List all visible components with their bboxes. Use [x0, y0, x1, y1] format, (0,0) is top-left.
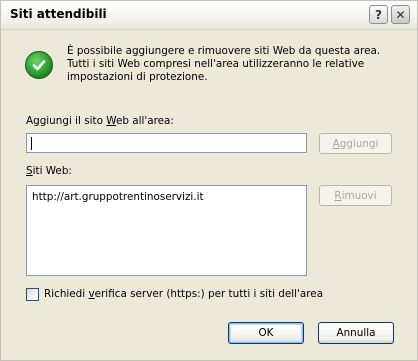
add-button[interactable]: Aggiungi: [319, 133, 392, 154]
remove-button[interactable]: Rimuovi: [319, 185, 392, 206]
text-caret: [31, 137, 32, 150]
checkmark-icon: [25, 51, 53, 79]
info-line-2: Tutti i siti Web compresi nell'area util…: [67, 58, 365, 70]
dialog-body: È possibile aggiungere e rimuovere siti …: [1, 30, 417, 360]
info-line-3: impostazioni di protezione.: [67, 71, 208, 83]
info-message: È possibile aggiungere e rimuovere siti …: [67, 45, 397, 84]
ok-button[interactable]: OK: [228, 322, 304, 344]
dialog-title: Siti attendibili: [10, 7, 107, 21]
question-mark-icon: ?: [375, 7, 382, 22]
require-https-checkbox[interactable]: [26, 288, 39, 301]
help-button[interactable]: ?: [369, 5, 388, 24]
sites-list[interactable]: http://art.gruppotrentinoservizi.it: [26, 185, 307, 276]
title-bar[interactable]: Siti attendibili ? ✕: [1, 1, 417, 30]
trusted-sites-dialog: Siti attendibili ? ✕ È possibile aggiung…: [0, 0, 418, 361]
list-item[interactable]: http://art.gruppotrentinoservizi.it: [32, 191, 204, 203]
info-line-1: È possibile aggiungere e rimuovere siti …: [67, 45, 381, 57]
close-button[interactable]: ✕: [391, 5, 410, 24]
cancel-button[interactable]: Annulla: [318, 322, 394, 344]
require-https-label[interactable]: Richiedi verifica server (https:) per tu…: [44, 288, 323, 300]
add-site-label: Aggiungi il sito Web all'area:: [26, 115, 174, 127]
sites-label: Siti Web:: [26, 165, 72, 177]
add-site-input[interactable]: [26, 133, 307, 153]
close-icon: ✕: [395, 7, 406, 22]
